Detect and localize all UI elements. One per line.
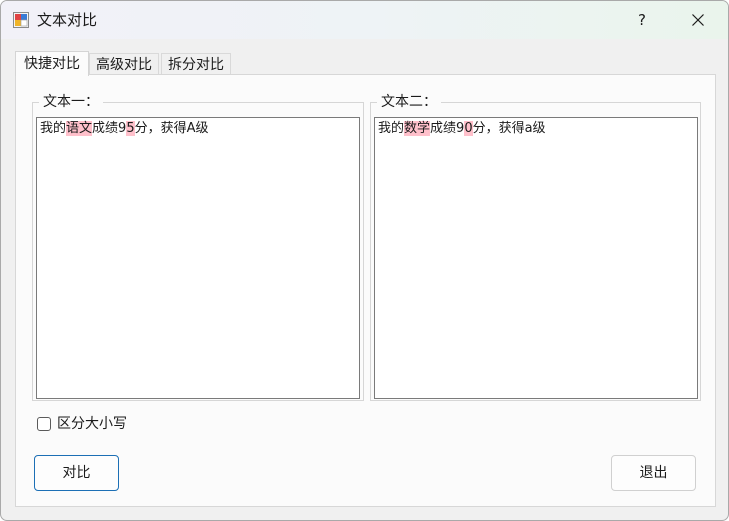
text1-segment: 成绩9 [92,121,127,136]
compare-window: 文本对比 ? 快捷对比 高级对比 拆分对比 文本一： 我的语文成绩95分，获得A… [0,0,729,521]
text1-diff-segment: 语文 [66,121,93,136]
text2-input[interactable]: 我的数学成绩90分，获得a级 [374,117,698,399]
app-icon [13,12,29,28]
text1-legend: 文本一： [39,93,103,111]
tab-panel-quick-compare: 文本一： 我的语文成绩95分，获得A级 文本二： 我的数学成绩90分，获得a级 [15,74,716,507]
exit-button[interactable]: 退出 [611,455,696,491]
text2-diff-segment: 0 [464,121,473,136]
tab-quick-compare[interactable]: 快捷对比 [15,51,89,76]
text1-input[interactable]: 我的语文成绩95分，获得A级 [36,117,360,399]
text1-diff-segment: 5 [126,121,135,136]
text2-group: 文本二： 我的数学成绩90分，获得a级 [370,93,701,401]
text2-legend: 文本二： [377,93,441,111]
case-sensitive-label: 区分大小写 [57,416,127,432]
close-icon [692,14,704,26]
window-title: 文本对比 [37,11,98,29]
text1-segment: 我的 [40,121,67,136]
title-bar[interactable]: 文本对比 ? [1,1,728,39]
tab-split-compare[interactable]: 拆分对比 [161,53,231,75]
close-button[interactable] [675,1,721,39]
tab-advanced-compare[interactable]: 高级对比 [89,53,159,75]
text2-segment: 分，获得a级 [472,121,546,136]
text2-diff-segment: 数学 [404,121,431,136]
case-sensitive-checkbox[interactable] [37,417,51,431]
help-button[interactable]: ? [619,1,665,39]
text2-segment: 成绩9 [430,121,465,136]
text2-segment: 我的 [378,121,405,136]
compare-button[interactable]: 对比 [34,455,119,491]
text1-segment: 分，获得A级 [134,121,209,136]
text1-group: 文本一： 我的语文成绩95分，获得A级 [32,93,364,401]
